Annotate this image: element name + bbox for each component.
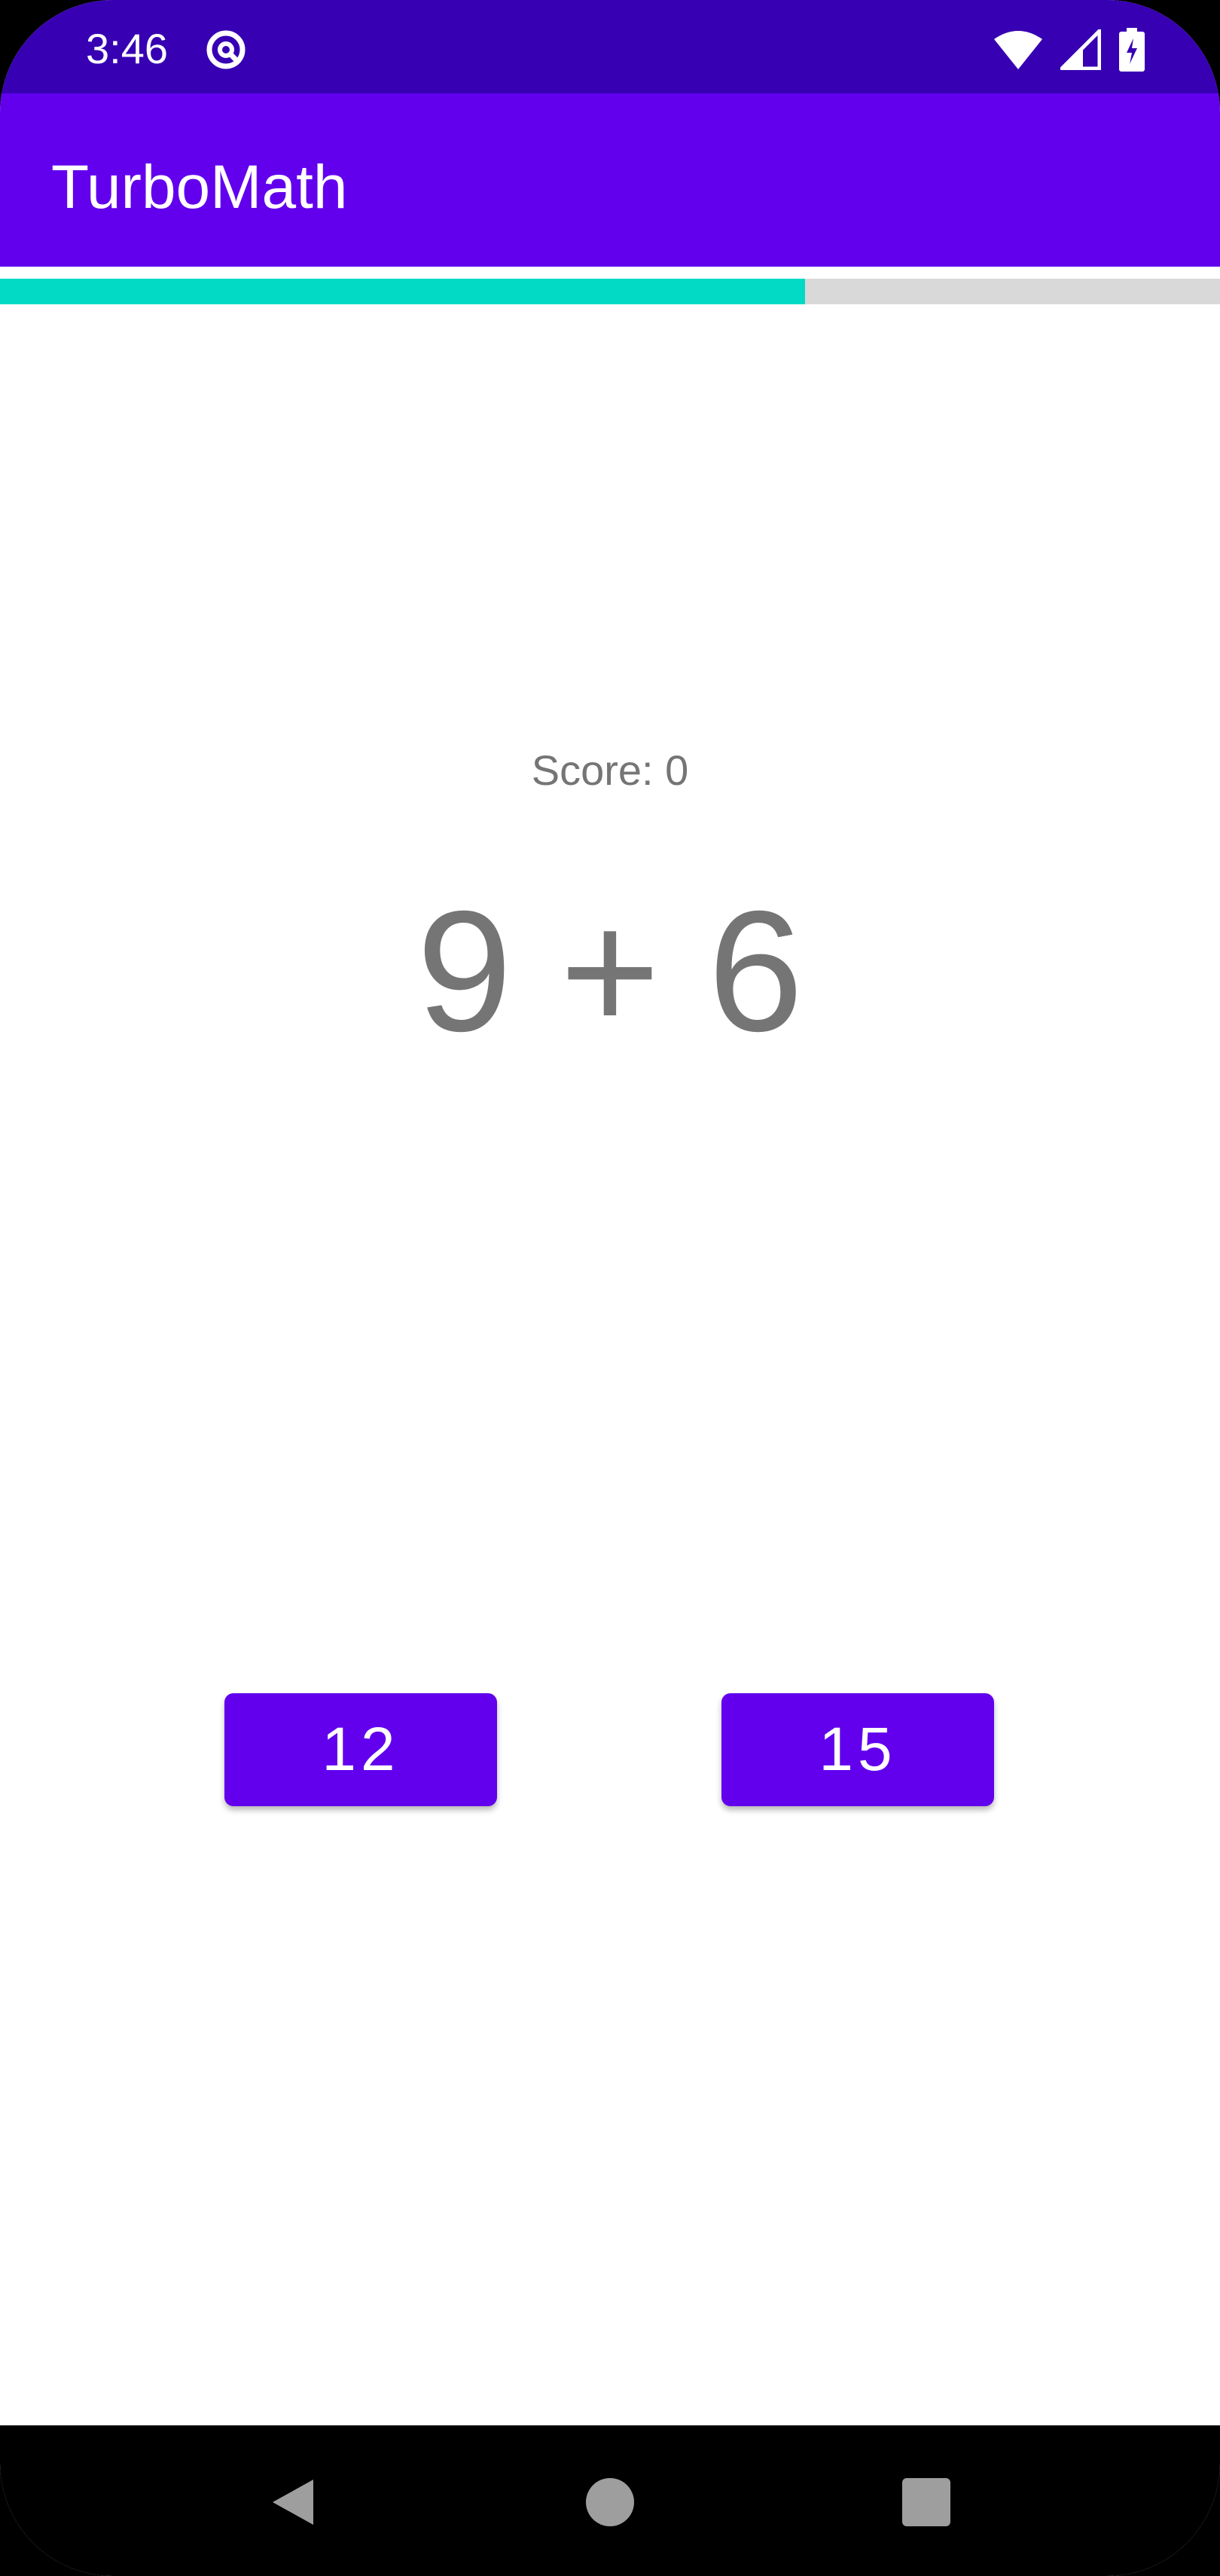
battery-charging-icon [1119, 28, 1145, 72]
answer-button-left[interactable]: 12 [224, 1693, 497, 1806]
app-bar: TurboMath [0, 93, 1220, 267]
status-time: 3:46 [86, 25, 168, 72]
wifi-icon [994, 31, 1042, 69]
status-bar: 3:46 [0, 0, 1220, 93]
app-notification-icon [206, 30, 246, 69]
back-icon[interactable] [267, 2475, 321, 2529]
answer-button-right[interactable]: 15 [721, 1693, 994, 1806]
status-icons [994, 26, 1145, 74]
navigation-bar [0, 2425, 1220, 2576]
score-label: Score: 0 [531, 746, 689, 794]
home-icon[interactable] [583, 2475, 637, 2529]
phone-screen: 3:46 TurboMath Score: 0 9 + 6 12 15 [0, 0, 1220, 2576]
question-text: 9 + 6 [416, 876, 804, 1067]
timer-progress-fill [0, 279, 806, 304]
app-title: TurboMath [51, 153, 348, 221]
recents-icon[interactable] [899, 2475, 953, 2529]
timer-progress-bar [0, 279, 1220, 304]
cell-signal-icon [1060, 29, 1101, 70]
